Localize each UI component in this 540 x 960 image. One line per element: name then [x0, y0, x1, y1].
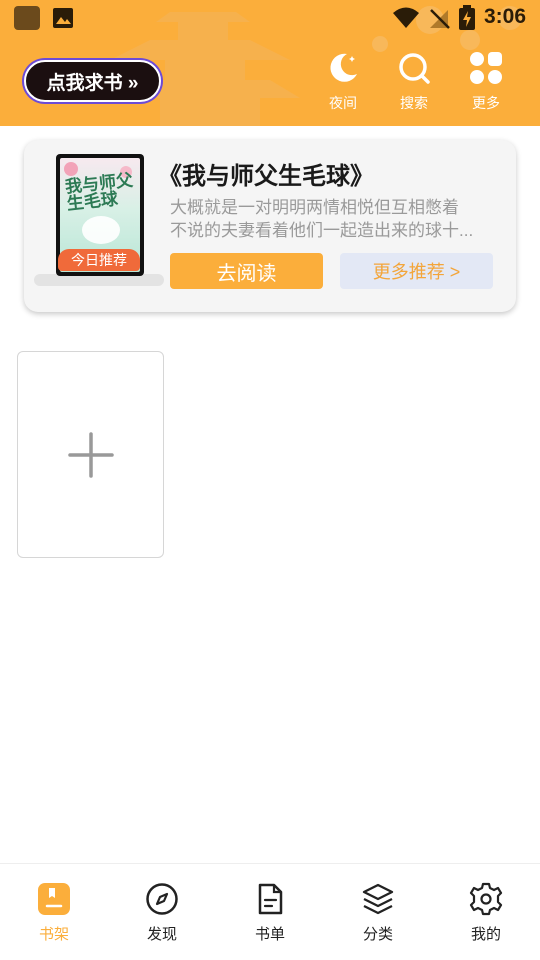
app-icon	[14, 6, 40, 30]
cover-title: 我与师父生毛球	[64, 170, 134, 215]
night-mode-label: 夜间	[329, 95, 357, 111]
signal-off-icon	[430, 9, 450, 29]
moon-icon	[330, 53, 357, 82]
recommendation-card[interactable]: 我与师父生毛球 今日推荐 《我与师父生毛球》 大概就是一对明明两情相悦但互相憋着…	[24, 140, 516, 312]
nav-label: 书架	[38, 926, 69, 943]
grid-dots-icon	[470, 52, 502, 84]
more-recommendations-button[interactable]: 更多推荐 >	[340, 253, 493, 289]
description-line: 不说的夫妻看着他们一起造出来的球十...	[170, 221, 474, 240]
book-title[interactable]: 《我与师父生毛球》	[158, 156, 374, 191]
bottom-navigation: 书架 发现 书单 分类 我的	[0, 863, 540, 960]
more-button[interactable]: 更多	[456, 50, 516, 116]
find-book-label: 点我求书 »	[46, 72, 139, 94]
nav-label: 我的	[470, 926, 501, 943]
app-root: 3:06 点我求书 » 夜间 搜索 更多 我与师父生毛球 今日推荐 《我与师父生…	[0, 0, 540, 960]
nav-item-booklist[interactable]: 书单	[235, 882, 305, 946]
gallery-icon	[53, 8, 73, 28]
status-time: 3:06	[484, 5, 527, 28]
read-button[interactable]: 去阅读	[170, 253, 323, 289]
nav-item-category[interactable]: 分类	[343, 882, 413, 946]
cat-illustration	[82, 216, 120, 244]
wifi-icon	[393, 7, 419, 28]
header: 3:06 点我求书 » 夜间 搜索 更多	[0, 0, 540, 126]
today-recommend-badge: 今日推荐	[58, 249, 140, 271]
battery-charging-icon	[459, 5, 475, 30]
description-line: 大概就是一对明明两情相悦但互相憋着	[170, 198, 459, 217]
search-button[interactable]: 搜索	[384, 50, 444, 116]
more-label: 更多	[472, 95, 500, 111]
nav-item-profile[interactable]: 我的	[451, 882, 521, 946]
layers-icon	[362, 883, 394, 915]
nav-item-discover[interactable]: 发现	[127, 882, 197, 946]
nav-label: 分类	[362, 926, 393, 943]
add-book-slot[interactable]	[17, 351, 164, 558]
nav-label: 书单	[254, 926, 285, 943]
flower-decoration	[64, 162, 78, 176]
nav-item-bookshelf[interactable]: 书架	[19, 882, 89, 946]
find-book-button[interactable]: 点我求书 »	[24, 60, 161, 102]
plus-icon	[67, 431, 114, 478]
search-icon	[399, 53, 430, 84]
gear-icon	[469, 882, 503, 916]
status-bar: 3:06	[0, 0, 540, 36]
bookshelf-icon	[38, 883, 70, 915]
compass-icon	[146, 883, 178, 915]
book-description: 大概就是一对明明两情相悦但互相憋着 不说的夫妻看着他们一起造出来的球十...	[170, 196, 492, 242]
booklist-icon	[258, 883, 283, 915]
nav-label: 发现	[146, 926, 177, 943]
night-mode-button[interactable]: 夜间	[313, 50, 373, 116]
search-label: 搜索	[400, 95, 428, 111]
